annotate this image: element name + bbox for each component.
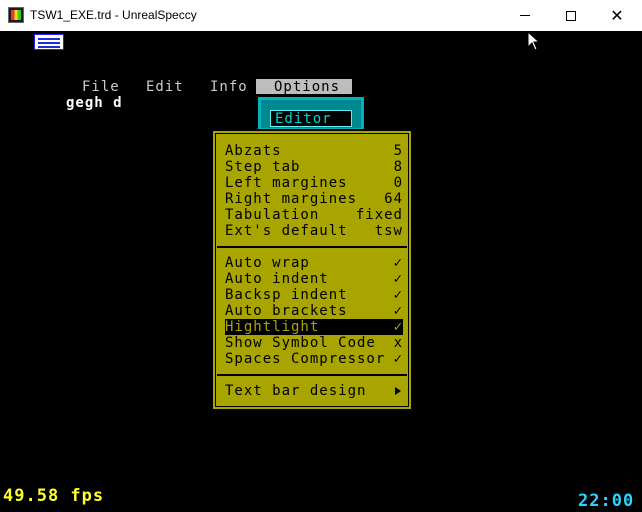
- menu-edit[interactable]: Edit: [146, 79, 184, 95]
- menu-item-value: fixed: [355, 207, 403, 223]
- menu-item-label: Auto brackets: [225, 303, 348, 319]
- cross-icon: x: [393, 335, 403, 351]
- menu-item-value: 5: [393, 143, 403, 159]
- close-icon: ✕: [610, 7, 624, 25]
- menu-item-hightlight[interactable]: Hightlight ✓: [225, 319, 403, 335]
- menu-item-backsp-indent[interactable]: Backsp indent ✓: [225, 287, 403, 303]
- checkmark-icon: ✓: [393, 303, 403, 319]
- menu-file[interactable]: File: [82, 79, 120, 95]
- menu-item-label: Auto indent: [225, 271, 329, 287]
- menu-item-auto-wrap[interactable]: Auto wrap ✓: [225, 255, 403, 271]
- maximize-icon: [566, 10, 576, 21]
- minimize-button[interactable]: [502, 0, 548, 31]
- menu-item-label: Auto wrap: [225, 255, 310, 271]
- clock-display: 22:00: [578, 491, 635, 511]
- options-dropdown: Abzats 5 Step tab 8 Left margines 0 Righ…: [211, 129, 413, 411]
- menu-item-label: Hightlight: [225, 319, 320, 335]
- minimize-icon: [520, 15, 530, 16]
- menu-item-label: Ext's default: [225, 223, 348, 239]
- menu-item-label: Right margines: [225, 191, 358, 207]
- checkmark-icon: ✓: [393, 255, 403, 271]
- menu-item-right-margines[interactable]: Right margines 64: [225, 191, 403, 207]
- menu-separator: [217, 374, 407, 376]
- unrealspeccy-app-icon[interactable]: [8, 7, 24, 23]
- menu-item-value: 64: [384, 191, 403, 207]
- menu-item-tabulation[interactable]: Tabulation fixed: [225, 207, 403, 223]
- checkmark-icon: ✓: [393, 351, 403, 367]
- maximize-button[interactable]: [548, 0, 594, 31]
- menu-item-text-bar-design[interactable]: Text bar design: [225, 383, 403, 399]
- fps-counter: 49.58 fps: [3, 486, 105, 506]
- menu-item-left-margines[interactable]: Left margines 0: [225, 175, 403, 191]
- arrow-right-icon: [395, 387, 401, 395]
- menu-options[interactable]: Options: [256, 79, 352, 95]
- checkmark-icon: ✓: [393, 287, 403, 303]
- menu-item-label: Show Symbol Code: [225, 335, 376, 351]
- hamburger-menu-icon[interactable]: [34, 34, 64, 50]
- menu-item-auto-indent[interactable]: Auto indent ✓: [225, 271, 403, 287]
- menu-item-abzats[interactable]: Abzats 5: [225, 143, 403, 159]
- menu-item-value: 8: [393, 159, 403, 175]
- checkmark-icon: ✓: [393, 319, 403, 335]
- close-button[interactable]: ✕: [594, 0, 640, 31]
- menu-item-spaces-compressor[interactable]: Spaces Compressor ✓: [225, 351, 403, 367]
- menu-item-label: Spaces Compressor: [225, 351, 386, 367]
- menu-item-value: 0: [393, 175, 403, 191]
- menu-item-show-symbol-code[interactable]: Show Symbol Code x: [225, 335, 403, 351]
- editor-label-text: Editor: [275, 111, 332, 127]
- menu-item-step-tab[interactable]: Step tab 8: [225, 159, 403, 175]
- menu-separator: [217, 246, 407, 248]
- menu-item-label: Abzats: [225, 143, 282, 159]
- editor-submenu-label[interactable]: Editor: [270, 110, 352, 127]
- menu-item-label: Tabulation: [225, 207, 320, 223]
- menu-item-label: Backsp indent: [225, 287, 348, 303]
- document-text: gegh d: [66, 95, 123, 111]
- emulator-screen[interactable]: File Edit Info Options gegh d Editor Abz…: [0, 31, 642, 512]
- checkmark-icon: ✓: [393, 271, 403, 287]
- menu-item-exts-default[interactable]: Ext's default tsw: [225, 223, 403, 239]
- mouse-cursor-icon: [527, 31, 541, 51]
- menu-info[interactable]: Info: [210, 79, 248, 95]
- menu-item-label: Text bar design: [225, 383, 367, 399]
- menu-item-label: Left margines: [225, 175, 348, 191]
- menu-item-value: tsw: [374, 223, 403, 239]
- window-title: TSW1_EXE.trd - UnrealSpeccy: [30, 8, 197, 22]
- menu-item-auto-brackets[interactable]: Auto brackets ✓: [225, 303, 403, 319]
- menu-options-label: Options: [274, 79, 341, 95]
- window-titlebar: TSW1_EXE.trd - UnrealSpeccy ✕: [0, 0, 642, 31]
- menu-item-label: Step tab: [225, 159, 301, 175]
